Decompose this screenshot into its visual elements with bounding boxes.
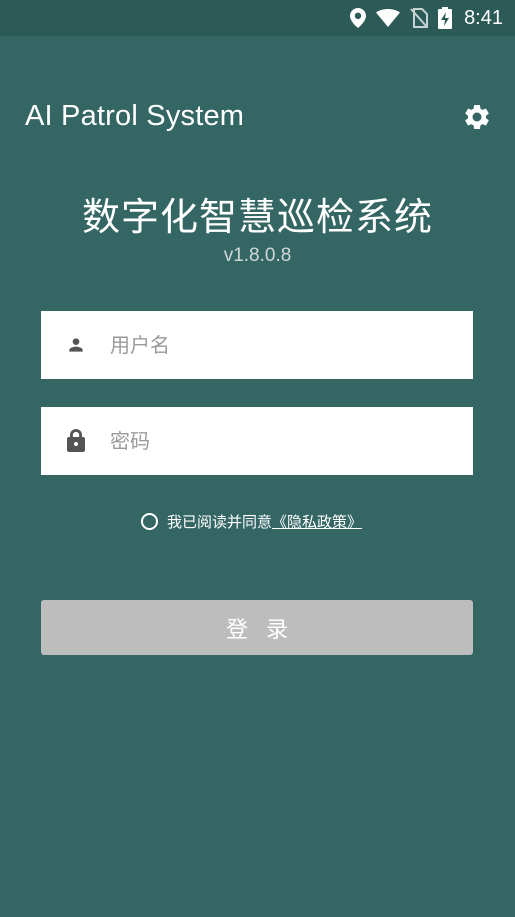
no-sim-icon <box>410 8 429 28</box>
page-title: 数字化智慧巡检系统 <box>81 195 433 239</box>
gear-icon <box>462 102 492 136</box>
wifi-icon <box>376 9 401 27</box>
privacy-policy-link[interactable]: 《隐私政策》 <box>272 511 362 532</box>
username-field[interactable] <box>41 311 473 379</box>
password-field[interactable] <box>41 407 473 475</box>
battery-charging-icon <box>438 7 453 29</box>
lock-icon <box>64 429 88 453</box>
privacy-agreement: 我已阅读并同意 《隐私政策》 <box>141 510 362 532</box>
status-icons: 8:41 <box>350 0 503 36</box>
password-input[interactable] <box>110 407 473 475</box>
settings-button[interactable] <box>461 103 493 135</box>
status-bar: 8:41 <box>0 0 515 36</box>
agree-radio[interactable] <box>141 512 158 530</box>
login-button[interactable]: 登录 <box>41 600 473 655</box>
username-input[interactable] <box>110 311 473 379</box>
status-time: 8:41 <box>464 6 503 29</box>
location-icon <box>350 8 367 28</box>
app-name: AI Patrol System <box>25 100 245 132</box>
version-label: v1.8.0.8 <box>223 245 292 266</box>
agreement-text: 我已阅读并同意 <box>167 512 273 531</box>
person-icon <box>64 333 88 357</box>
